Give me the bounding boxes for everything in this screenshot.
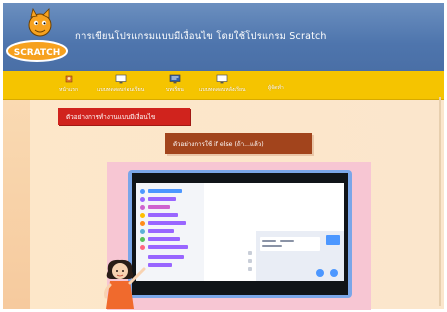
nav-item-posttest[interactable]: แบบทดสอบหลังเรียน <box>199 74 246 94</box>
nav-label-lessons: บทเรียน <box>166 87 184 93</box>
monitor-icon <box>115 74 126 84</box>
monitor-icon <box>216 74 228 84</box>
scrollbar-track[interactable] <box>439 97 441 306</box>
stage-area <box>256 183 344 232</box>
site-header: SCRATCH การเขียนโปรแกรมแบบมีเงื่อนไข โดย… <box>3 3 444 71</box>
main-nav: หน้าแรก แบบทดสอบก่อนเรียน บทเรียน แบบทดส… <box>3 71 444 100</box>
nav-item-lessons[interactable]: บทเรียน <box>166 74 184 94</box>
nav-item-home[interactable]: หน้าแรก <box>59 74 78 94</box>
sprite-pane <box>256 231 344 281</box>
section-heading: ตัวอย่างการทำงานแบบมีเงื่อนไข <box>58 108 190 125</box>
home-icon <box>65 75 72 83</box>
nav-label-authors: ผู้จัดทำ <box>268 85 284 91</box>
nav-label-pretest: แบบทดสอบก่อนเรียน <box>97 87 145 93</box>
left-decoration <box>3 100 30 309</box>
logo-text: SCRATCH <box>14 48 61 58</box>
nav-item-authors[interactable]: ผู้จัดทำ <box>268 82 284 92</box>
nav-item-pretest[interactable]: แบบทดสอบก่อนเรียน <box>97 74 144 94</box>
nav-label-home: หน้าแรก <box>59 87 79 93</box>
video-player[interactable] <box>132 173 348 295</box>
site-title: การเขียนโปรแกรมแบบมีเงื่อนไข โดยใช้โปรแก… <box>75 31 327 42</box>
girl-illustration <box>104 259 146 309</box>
lesson-screen-icon <box>169 74 181 84</box>
script-area <box>204 183 257 281</box>
scratch-logo: SCRATCH <box>6 7 68 62</box>
nav-label-posttest: แบบทดสอบหลังเรียน <box>199 87 246 93</box>
scratch-editor-screenshot <box>136 183 344 281</box>
sub-heading: ตัวอย่างการใช้ if else (ถ้า...แล้ว) <box>165 133 312 154</box>
